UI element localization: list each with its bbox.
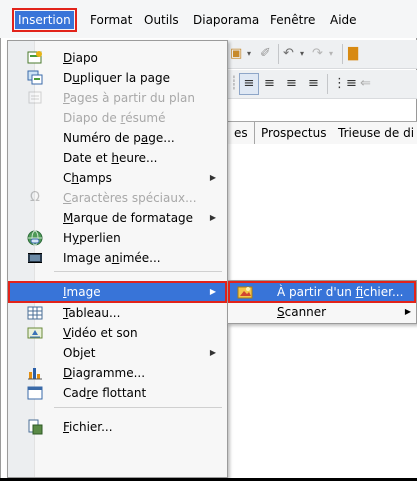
submenu-arrow-icon: ▶ xyxy=(209,348,216,357)
tab-partial[interactable]: es xyxy=(228,121,255,144)
menu-outils[interactable]: Outils xyxy=(141,11,182,29)
menubar: Insertion Format Outils Diaporama Fenêtr… xyxy=(0,0,417,38)
menu-item-diagramme[interactable]: Diagramme... xyxy=(9,363,226,383)
duplicate-slide-icon xyxy=(27,70,43,86)
animated-image-icon xyxy=(27,250,43,266)
menu-item-image[interactable]: Image ▶ xyxy=(8,281,227,303)
outline-pages-icon xyxy=(27,90,43,106)
image-submenu: À partir d'un fichier... Scanner ▶ xyxy=(227,280,417,324)
redo-icon[interactable]: ↷ xyxy=(312,44,323,64)
table-icon xyxy=(27,305,43,321)
tab-trieuse[interactable]: Trieuse de di xyxy=(332,121,417,144)
omega-icon: Ω xyxy=(30,190,40,205)
redo-dropdown-arrow[interactable]: ▾ xyxy=(329,44,333,64)
image-from-file-icon xyxy=(237,284,253,300)
menu-insertion[interactable]: Insertion xyxy=(12,8,77,32)
submenu-item-scanner[interactable]: Scanner ▶ xyxy=(229,302,415,322)
frame-icon xyxy=(27,385,43,401)
menu-item-tableau[interactable]: Tableau... xyxy=(9,303,226,323)
submenu-arrow-icon: ▶ xyxy=(209,213,216,222)
insertion-menu: Diapo Dupliquer la page Pages à partir d… xyxy=(7,40,228,478)
undo-icon[interactable]: ↶ xyxy=(283,44,294,64)
menu-item-fichier[interactable]: Fichier... xyxy=(9,417,226,437)
paste-icon[interactable]: ▣ xyxy=(230,44,242,64)
bar-chart-icon xyxy=(27,365,43,381)
menu-item-champs[interactable]: Champs ▶ xyxy=(9,168,226,188)
menu-item-cadre-flottant[interactable]: Cadre flottant xyxy=(9,383,226,403)
paste-dropdown-arrow[interactable]: ▾ xyxy=(247,44,251,64)
bullets-icon[interactable]: ⋮≡ xyxy=(333,74,357,94)
standard-toolbar: ▣ ▾ ✐ ↶ ▾ ↷ ▾ ▇ xyxy=(228,40,417,69)
undo-dropdown-arrow[interactable]: ▾ xyxy=(300,44,304,64)
align-left-icon[interactable]: ≡ xyxy=(239,73,259,95)
menu-item-marque[interactable]: Marque de formatage ▶ xyxy=(9,208,226,228)
chart-icon[interactable]: ▇ xyxy=(348,44,358,64)
menu-separator xyxy=(54,271,222,272)
menu-aide[interactable]: Aide xyxy=(327,11,360,29)
promote-icon[interactable]: ⇐ xyxy=(360,74,371,94)
hyperlink-globe-icon xyxy=(27,230,43,246)
menu-diaporama[interactable]: Diaporama xyxy=(190,11,262,29)
align-center-icon[interactable]: ≡ xyxy=(264,74,275,94)
submenu-arrow-icon: ▶ xyxy=(209,173,216,182)
tab-prospectus[interactable]: Prospectus xyxy=(255,121,334,144)
menu-item-video-son[interactable]: Vidéo et son xyxy=(9,323,226,343)
menu-format[interactable]: Format xyxy=(87,11,135,29)
align-right-icon[interactable]: ≡ xyxy=(286,74,297,94)
menu-item-pages-plan[interactable]: Pages à partir du plan xyxy=(9,88,226,108)
toolbar-separator xyxy=(327,74,328,94)
menu-item-diapo-resume[interactable]: Diapo de résumé xyxy=(9,108,226,128)
menu-item-hyperlien[interactable]: Hyperlien xyxy=(9,228,226,248)
menu-item-image-animee[interactable]: Image animée... xyxy=(9,248,226,268)
menu-item-numero-page[interactable]: Numéro de page... xyxy=(9,128,226,148)
menu-item-caracteres[interactable]: Ω Caractères spéciaux... xyxy=(9,188,226,208)
justify-icon[interactable]: ≡ xyxy=(308,74,319,94)
menu-item-date-heure[interactable]: Date et heure... xyxy=(9,148,226,168)
toolbar-separator xyxy=(278,44,279,64)
menu-item-diapo[interactable]: Diapo xyxy=(9,48,226,68)
menu-separator xyxy=(54,407,222,408)
view-tabs: es Prospectus Trieuse de di xyxy=(228,121,417,144)
submenu-arrow-icon: ▶ xyxy=(404,307,411,316)
toolbar-handle: ┊ xyxy=(230,76,238,91)
menu-item-dupliquer[interactable]: Dupliquer la page xyxy=(9,68,226,88)
menu-fenetre[interactable]: Fenêtre xyxy=(267,11,318,29)
clone-formatting-icon[interactable]: ✐ xyxy=(260,44,271,64)
file-icon xyxy=(27,419,43,435)
new-slide-icon xyxy=(27,50,43,66)
media-icon xyxy=(27,325,43,341)
submenu-arrow-icon: ▶ xyxy=(209,287,216,296)
toolbar-separator xyxy=(342,44,343,64)
submenu-item-a-partir-fichier[interactable]: À partir d'un fichier... xyxy=(228,281,416,303)
menu-item-objet[interactable]: Objet ▶ xyxy=(9,343,226,363)
formatting-toolbar: ┊ ≡ ≡ ≡ ≡ ⋮≡ ⇐ xyxy=(228,70,417,99)
